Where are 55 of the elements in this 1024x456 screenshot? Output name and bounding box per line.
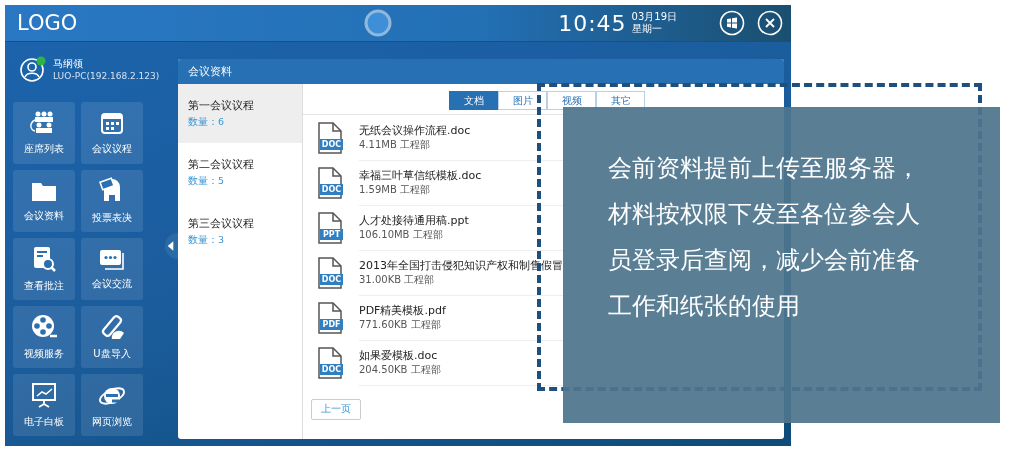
clock-time: 10:45 [558,10,627,36]
file-icon [317,256,343,289]
document-search-icon [31,245,57,273]
menu-tile[interactable]: 网页浏览 [81,374,143,436]
host-address: LUO-PC(192.168.2.123) [53,71,160,81]
menu-tile[interactable]: 会议交流 [81,238,143,300]
user-avatar-icon [19,55,47,83]
chat-icon [97,247,127,271]
menu-tile[interactable]: U盘导入 [81,306,143,368]
menu-tile[interactable]: 座席列表 [13,102,75,164]
file-meta: 31.00KB 工程部 [359,272,435,287]
file-name[interactable]: 幸福三叶草信纸模板.doc [359,167,482,183]
file-icon [317,121,343,154]
menu-tile[interactable]: 电子白板 [13,374,75,436]
file-icon [317,301,343,334]
file-icon [317,211,343,244]
logo: LOGO [17,11,78,35]
file-meta: 106.10MB 工程部 [359,227,443,242]
menu-tile[interactable]: 会议议程 [81,102,143,164]
menu-tile[interactable]: 会议资料 [13,170,75,232]
calendar-icon [99,110,125,136]
file-meta: 1.59MB 工程部 [359,182,430,197]
file-meta: 204.50KB 工程部 [359,362,441,377]
file-meta: 771.60KB 工程部 [359,317,441,332]
file-type-label: PDF [321,319,342,330]
file-type-label: DOC [320,364,343,375]
menu-tile[interactable]: 投票表决 [81,170,143,232]
file-icon [317,346,343,379]
file-type-label: DOC [320,274,343,285]
file-meta: 4.11MB 工程部 [359,137,430,152]
user-name: 马纲领 [53,57,84,71]
agenda-item[interactable]: 第二会议议程 数量：5 [178,143,302,202]
file-name[interactable]: 无纸会议操作流程.doc [359,122,471,138]
file-name[interactable]: 人才处接待通用稿.ppt [359,212,469,228]
tab[interactable]: 图片 [498,91,547,110]
date-text: 03月19日 [631,11,677,23]
callout-text: 会前资料提前上传至服务器，材料按权限下发至各位参会人员登录后查阅，减少会前准备工作和纸张的使用 [608,153,921,322]
panel-title: 会议资料 [188,64,232,79]
agenda-item[interactable]: 第一会议议程 数量：6 [178,84,302,143]
prev-page-button[interactable]: 上一页 [311,398,361,420]
file-icon [317,166,343,199]
file-name[interactable]: PDF精美模板.pdf [359,302,446,318]
tab[interactable]: 文档 [449,91,498,110]
close-icon[interactable] [757,10,783,36]
menu-tile[interactable]: 查看批注 [13,238,75,300]
windows-icon[interactable] [719,10,745,36]
file-type-label: PPT [321,229,342,240]
agenda-item[interactable]: 第三会议议程 数量：3 [178,202,302,261]
weekday-text: 星期一 [631,23,663,35]
file-type-label: DOC [320,184,343,195]
file-type-label: DOC [320,139,343,150]
collapse-handle[interactable] [163,231,178,260]
whiteboard-icon [30,381,58,409]
menu-tile[interactable]: 视频服务 [13,306,75,368]
file-name[interactable]: 如果爱模板.doc [359,347,438,363]
